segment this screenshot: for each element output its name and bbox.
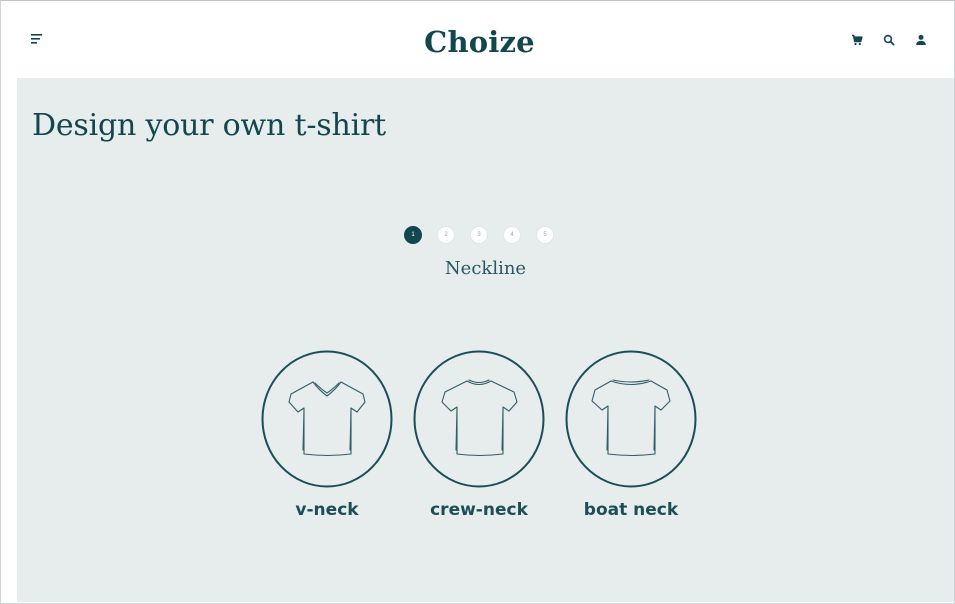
boat-neck-tshirt-icon xyxy=(565,350,697,488)
designer-main: Design your own t-shirt 1 2 3 4 5 Neckli… xyxy=(17,78,954,602)
option-circle xyxy=(413,350,545,488)
option-v-neck[interactable]: v-neck xyxy=(261,350,393,520)
option-circle xyxy=(261,350,393,488)
brand-logo: Choize xyxy=(17,25,942,59)
v-neck-tshirt-icon xyxy=(261,350,393,488)
option-boat-neck[interactable]: boat neck xyxy=(565,350,697,520)
option-crew-neck[interactable]: crew-neck xyxy=(413,350,545,520)
step-indicator: 1 2 3 4 5 xyxy=(404,226,554,244)
option-label: boat neck xyxy=(583,500,679,520)
crew-neck-tshirt-icon xyxy=(413,350,545,488)
current-step-label: Neckline xyxy=(444,258,527,279)
neckline-options: v-neck crew-neck boat neck xyxy=(261,350,697,520)
option-label: v-neck xyxy=(295,500,359,520)
cart-button[interactable] xyxy=(849,32,864,47)
search-icon xyxy=(883,34,895,46)
step-4[interactable]: 4 xyxy=(503,226,521,244)
step-3[interactable]: 3 xyxy=(470,226,488,244)
cart-icon xyxy=(851,34,863,45)
user-icon xyxy=(915,34,926,45)
option-circle xyxy=(565,350,697,488)
browser-frame: Choize Design your own t-shirt 1 2 3 4 5… xyxy=(0,0,955,604)
account-button[interactable] xyxy=(913,32,928,47)
step-1[interactable]: 1 xyxy=(404,226,422,244)
step-2[interactable]: 2 xyxy=(437,226,455,244)
step-5[interactable]: 5 xyxy=(536,226,554,244)
brand-name[interactable]: Choize xyxy=(424,25,535,59)
header-actions xyxy=(849,32,928,47)
option-label: crew-neck xyxy=(430,500,528,520)
site-header: Choize xyxy=(17,3,942,78)
page-title: Design your own t-shirt xyxy=(32,108,386,143)
search-button[interactable] xyxy=(881,32,896,47)
